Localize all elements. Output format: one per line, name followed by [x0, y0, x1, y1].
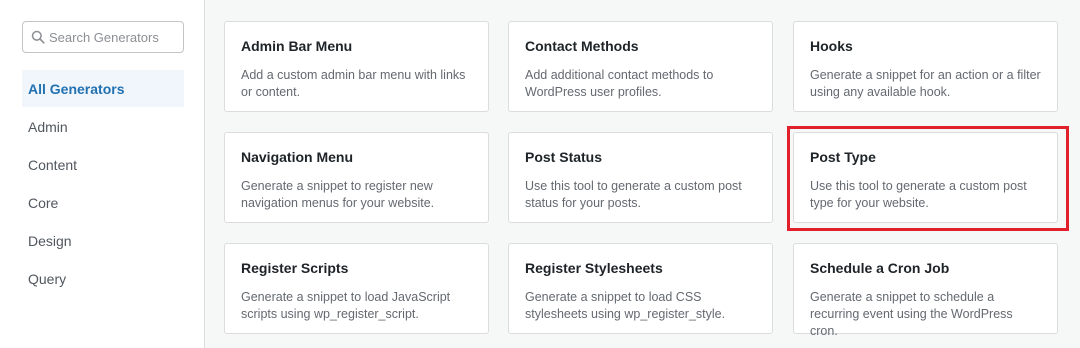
card-title: Schedule a Cron Job: [810, 260, 950, 276]
generator-card-post-status[interactable]: Post Status Use this tool to generate a …: [508, 132, 773, 223]
category-admin[interactable]: Admin: [22, 108, 184, 145]
generator-card-navigation-menu[interactable]: Navigation Menu Generate a snippet to re…: [224, 132, 489, 223]
card-description: Generate a snippet to register new navig…: [241, 179, 435, 210]
category-design[interactable]: Design: [22, 222, 184, 259]
generator-card-register-stylesheets[interactable]: Register Stylesheets Generate a snippet …: [508, 243, 773, 334]
generator-card-schedule-cron-job[interactable]: Schedule a Cron Job Generate a snippet t…: [793, 243, 1058, 338]
card-description: Generate a snippet to load JavaScript sc…: [241, 290, 451, 321]
search-box[interactable]: [22, 21, 184, 53]
card-description: Add a custom admin bar menu with links o…: [241, 68, 466, 99]
generator-card-hooks[interactable]: Hooks Generate a snippet for an action o…: [793, 21, 1058, 112]
card-title: Navigation Menu: [241, 149, 354, 165]
card-title: Admin Bar Menu: [241, 38, 353, 54]
card-description: Use this tool to generate a custom post …: [525, 179, 742, 210]
generators-grid: Admin Bar Menu Add a custom admin bar me…: [206, 0, 1080, 348]
card-description: Use this tool to generate a custom post …: [810, 179, 1027, 210]
card-title: Register Scripts: [241, 260, 349, 276]
card-title: Post Status: [525, 149, 603, 165]
generator-card-admin-bar-menu[interactable]: Admin Bar Menu Add a custom admin bar me…: [224, 21, 489, 112]
category-core[interactable]: Core: [22, 184, 184, 221]
card-title: Contact Methods: [525, 38, 639, 54]
generator-card-register-scripts[interactable]: Register Scripts Generate a snippet to l…: [224, 243, 489, 334]
category-all-generators[interactable]: All Generators: [22, 70, 184, 107]
search-input[interactable]: [49, 23, 181, 51]
card-title: Hooks: [810, 38, 853, 54]
generator-card-contact-methods[interactable]: Contact Methods Add additional contact m…: [508, 21, 773, 112]
category-content[interactable]: Content: [22, 146, 184, 183]
card-title: Post Type: [810, 149, 876, 165]
card-description: Add additional contact methods to WordPr…: [525, 68, 714, 99]
card-description: Generate a snippet to load CSS styleshee…: [525, 290, 726, 321]
category-query[interactable]: Query: [22, 260, 184, 297]
card-title: Register Stylesheets: [525, 260, 663, 276]
card-description: Generate a snippet to schedule a recurri…: [810, 290, 1013, 338]
generators-page: All Generators Admin Content Core Design…: [0, 0, 1080, 348]
category-list: All Generators Admin Content Core Design…: [22, 70, 184, 298]
search-icon: [31, 30, 45, 44]
generator-card-post-type[interactable]: Post Type Use this tool to generate a cu…: [793, 132, 1058, 223]
generators-sidebar: All Generators Admin Content Core Design…: [0, 0, 205, 348]
card-description: Generate a snippet for an action or a fi…: [810, 68, 1041, 99]
